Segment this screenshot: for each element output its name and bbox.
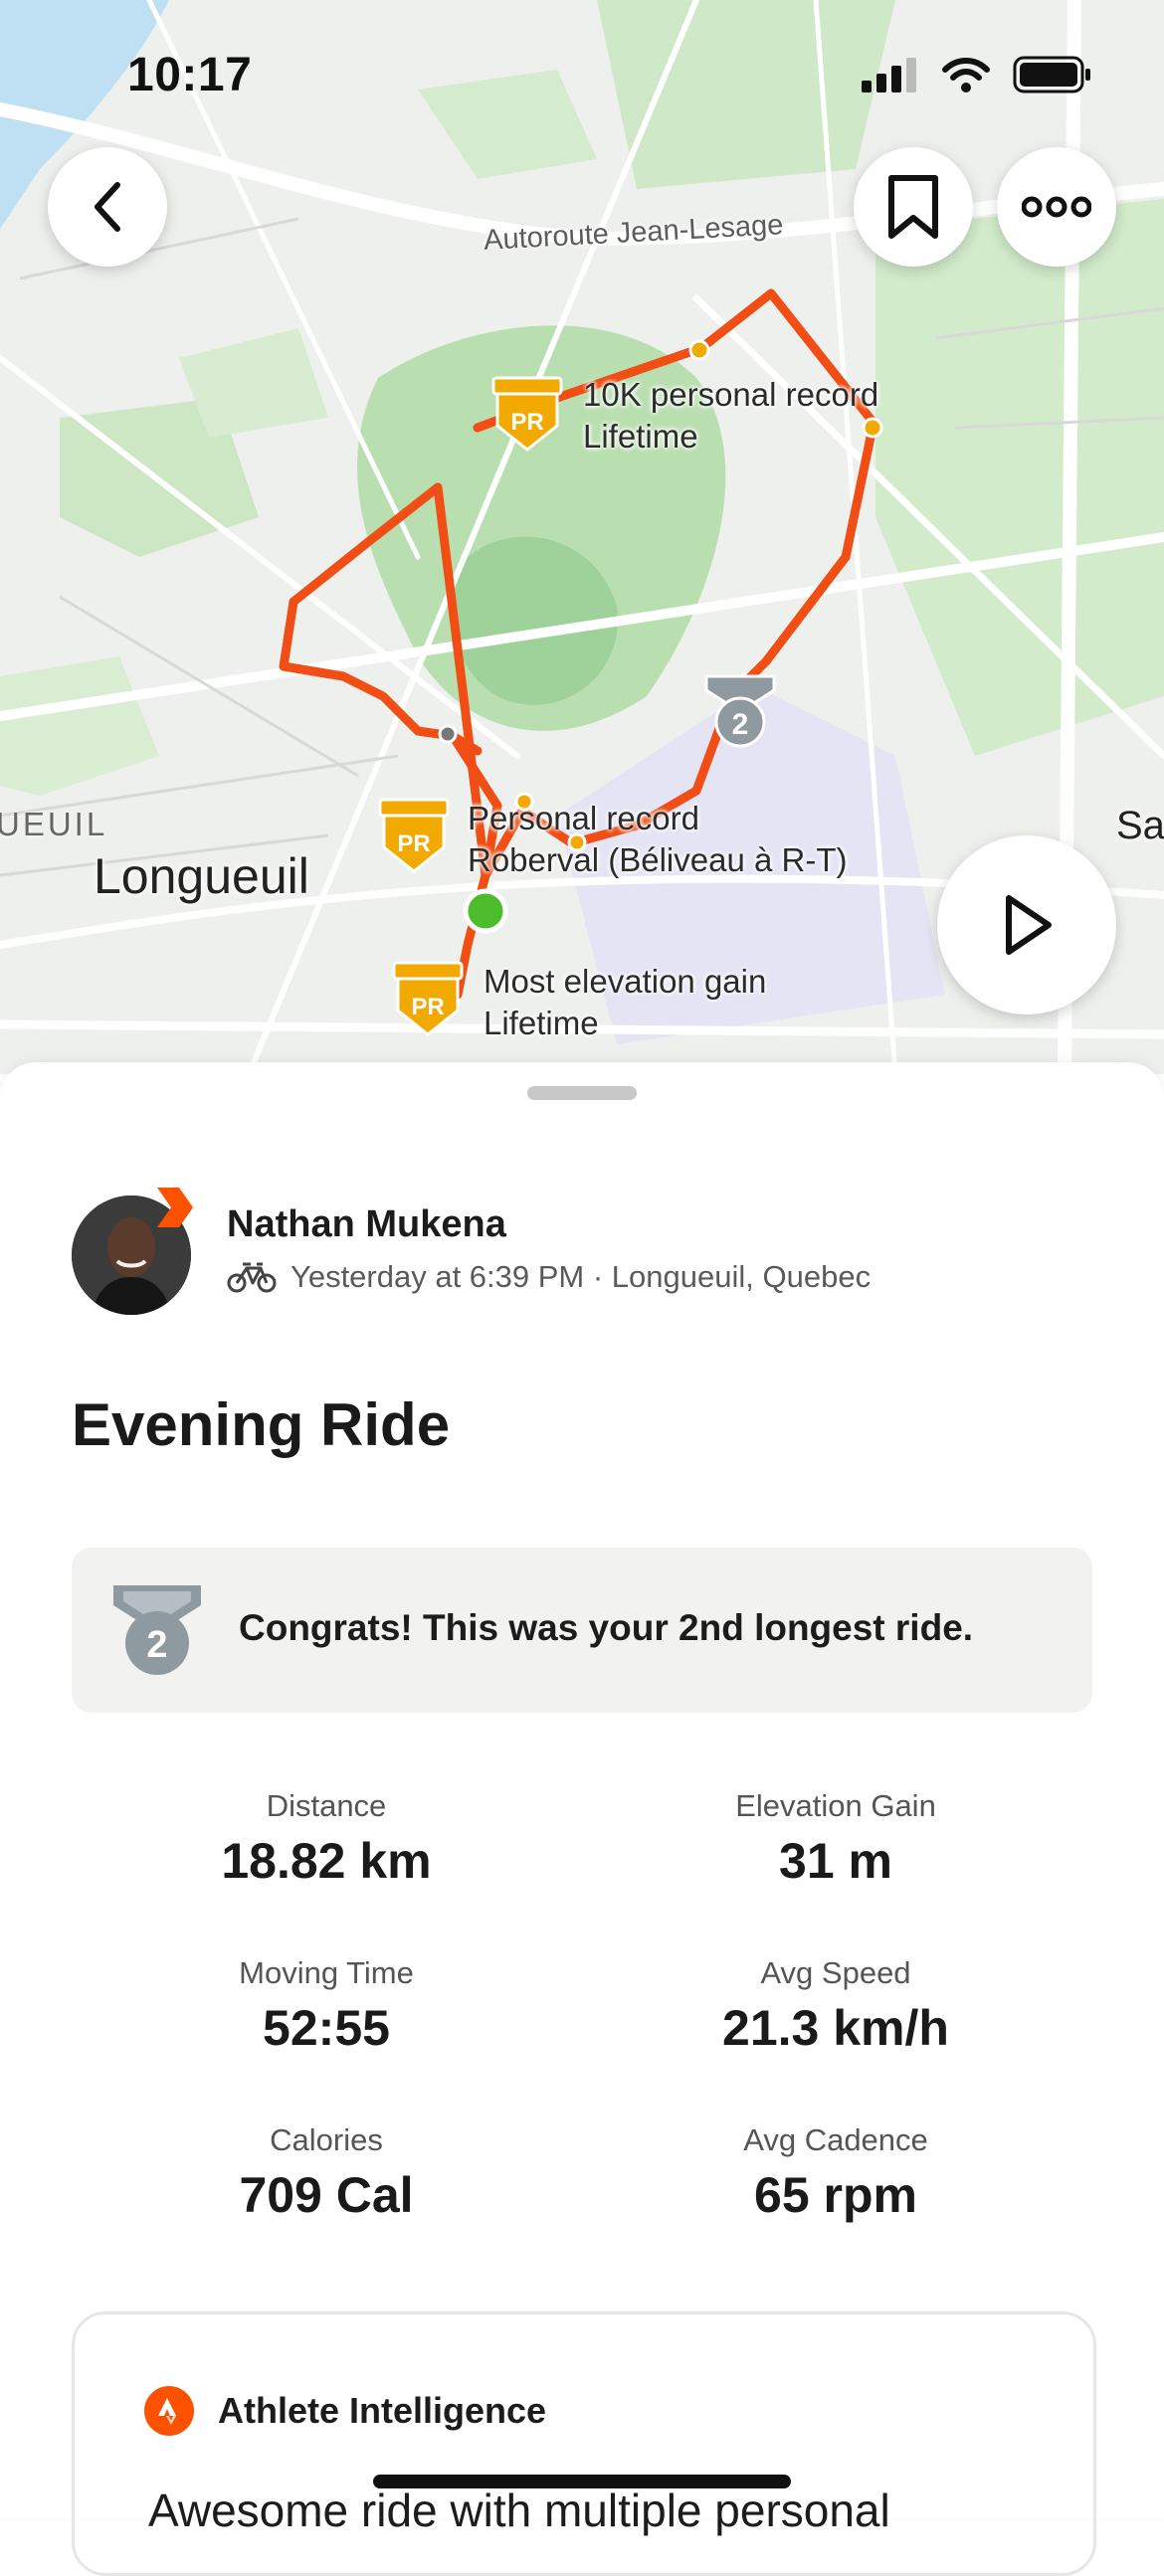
save-route-button[interactable] [854, 147, 973, 267]
pr-badge-icon[interactable]: PR [376, 796, 452, 880]
achievement-banner[interactable]: 2 Congrats! This was your 2nd longest ri… [72, 1548, 1092, 1713]
marker-subtitle: Lifetime [583, 418, 698, 455]
athlete-intelligence-body: Awesome ride with multiple personal [148, 2484, 890, 2536]
map-marker-label: Personal record Roberval (Béliveau à R-T… [468, 798, 847, 881]
svg-text:PR: PR [510, 409, 543, 436]
stat-avg-cadence: Avg Cadence 65 rpm [627, 2120, 1045, 2226]
marker-subtitle: Roberval (Béliveau à R-T) [468, 841, 848, 878]
stat-value: 65 rpm [754, 2167, 917, 2223]
stat-moving-time: Moving Time 52:55 [117, 1953, 535, 2059]
home-indicator[interactable] [373, 2475, 791, 2488]
bicycle-icon [227, 1262, 277, 1293]
achievement-text: Congrats! This was your 2nd longest ride… [239, 1607, 974, 1648]
subscriber-badge-icon [157, 1188, 193, 1227]
stat-value: 709 Cal [239, 2167, 414, 2223]
strava-logo-icon [144, 2386, 194, 2436]
stat-value: 21.3 km/h [722, 2000, 949, 2056]
svg-text:2: 2 [146, 1624, 167, 1666]
more-options-button[interactable] [997, 147, 1116, 267]
svg-text:PR: PR [397, 830, 430, 857]
stat-value: 52:55 [263, 2000, 390, 2056]
marker-title: 10K personal record [583, 376, 879, 413]
stat-avg-speed: Avg Speed 21.3 km/h [627, 1953, 1045, 2059]
stat-label: Calories [270, 2122, 383, 2157]
wifi-icon [942, 58, 990, 92]
back-button[interactable] [48, 147, 167, 267]
activity-title: Evening Ride [72, 1391, 451, 1458]
pr-badge-icon[interactable]: PR [390, 959, 466, 1043]
activity-meta-text: Yesterday at 6:39 PM · Longueuil, Quebec [291, 1259, 872, 1294]
stat-value: 31 m [779, 1833, 892, 1889]
stat-label: Distance [266, 1788, 387, 1823]
route-map[interactable]: 2 PR 10K personal record Lifetime PR Per… [0, 0, 1164, 1074]
city-label: Longueuil [94, 848, 309, 904]
stat-calories: Calories 709 Cal [117, 2120, 535, 2226]
svg-text:PR: PR [411, 994, 444, 1020]
edge-place-label: Sa [1116, 804, 1164, 847]
stat-label: Moving Time [239, 1955, 414, 1990]
play-flyover-button[interactable] [937, 835, 1116, 1014]
bookmark-icon [888, 175, 938, 239]
stat-label: Elevation Gain [735, 1788, 936, 1823]
activity-sheet[interactable]: Nathan Mukena Yesterday at 6:39 PM · Lon… [0, 1062, 1164, 2576]
status-icons [862, 56, 1092, 93]
athlete-name[interactable]: Nathan Mukena [227, 1203, 506, 1246]
svg-text:2: 2 [732, 708, 749, 741]
stat-elevation-gain: Elevation Gain 31 m [627, 1786, 1045, 1892]
stat-distance: Distance 18.82 km [117, 1786, 535, 1892]
athlete-intelligence-title: Athlete Intelligence [218, 2390, 547, 2431]
status-time: 10:17 [127, 49, 253, 101]
sheet-grabber[interactable] [527, 1086, 637, 1100]
athlete-intelligence-card[interactable]: Athlete Intelligence Awesome ride with m… [72, 2311, 1096, 2576]
activity-meta: Yesterday at 6:39 PM · Longueuil, Quebec [227, 1259, 871, 1295]
marker-title: Most elevation gain [484, 963, 767, 1000]
play-icon [1006, 895, 1052, 955]
edge-place-label: UEUIL [0, 806, 108, 842]
more-icon [1022, 196, 1091, 218]
stat-value: 18.82 km [221, 1833, 432, 1889]
map-marker-label: Most elevation gain Lifetime [484, 961, 766, 1044]
chevron-left-icon [95, 182, 120, 232]
silver-medal-icon: 2 [113, 1585, 201, 1675]
stat-label: Avg Speed [760, 1955, 911, 1990]
stat-label: Avg Cadence [743, 2122, 928, 2157]
map-marker-label: 10K personal record Lifetime [583, 374, 878, 458]
marker-subtitle: Lifetime [484, 1005, 599, 1041]
cellular-signal-icon [862, 58, 916, 92]
pr-badge-icon[interactable]: PR [489, 374, 565, 459]
battery-icon [1013, 56, 1090, 93]
marker-title: Personal record [468, 800, 699, 836]
